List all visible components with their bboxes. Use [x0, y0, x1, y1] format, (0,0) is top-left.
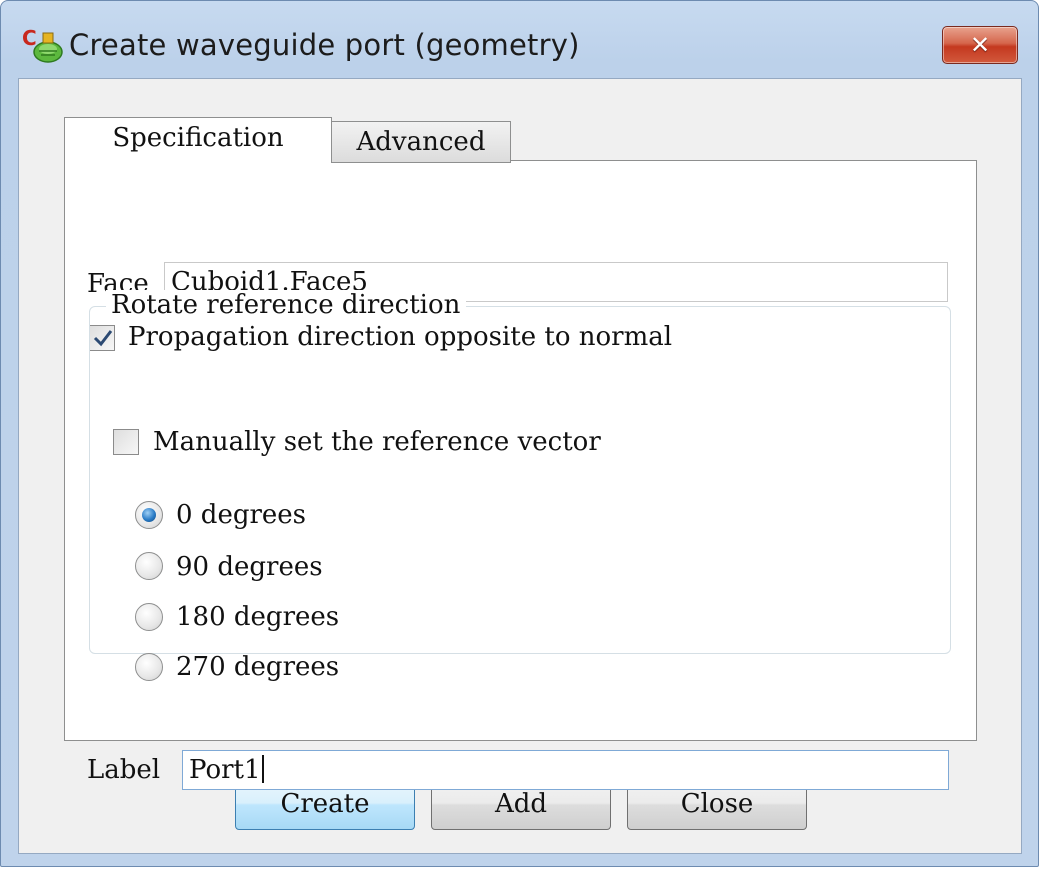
tab-specification[interactable]: Specification: [64, 117, 332, 162]
rotate-reference-title: Rotate reference direction: [106, 290, 467, 320]
radio-270-degrees-label: 270 degrees: [176, 652, 340, 682]
dialog-client-area: Specification Advanced Face Cuboid1.Face…: [18, 78, 1022, 854]
radio-180-degrees-label: 180 degrees: [176, 602, 340, 632]
manual-vector-label: Manually set the reference vector: [153, 427, 601, 457]
radio-180-degrees[interactable]: [135, 603, 163, 631]
text-caret: [261, 755, 264, 783]
radio-0-degrees[interactable]: [135, 501, 163, 529]
label-field-label: Label: [87, 755, 161, 785]
title-bar[interactable]: C Create waveguide port (geometry) ✕: [1, 1, 1038, 81]
radio-90-degrees-label: 90 degrees: [176, 552, 323, 582]
radio-270-degrees[interactable]: [135, 653, 163, 681]
close-icon: ✕: [969, 31, 991, 59]
svg-text:C: C: [22, 26, 37, 50]
app-icon: C: [22, 26, 63, 63]
label-value: Port1: [189, 755, 261, 785]
tab-advanced[interactable]: Advanced: [331, 121, 511, 163]
window-title: Create waveguide port (geometry): [69, 28, 580, 62]
dialog-window: C Create waveguide port (geometry) ✕ Spe…: [0, 0, 1039, 867]
specification-panel: Face Cuboid1.Face5 Propagation direction…: [64, 160, 977, 790]
label-input[interactable]: Port1: [182, 750, 949, 790]
radio-0-degrees-label: 0 degrees: [176, 500, 307, 530]
manual-vector-checkbox[interactable]: [113, 429, 139, 455]
radio-90-degrees[interactable]: [135, 552, 163, 580]
window-close-button[interactable]: ✕: [942, 26, 1018, 64]
